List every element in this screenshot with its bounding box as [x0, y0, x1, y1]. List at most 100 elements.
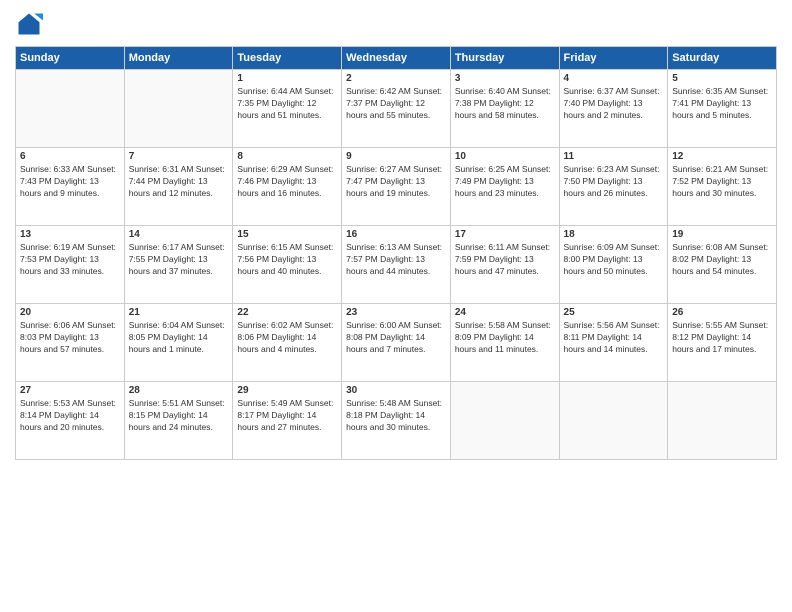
day-number: 22 [237, 307, 337, 318]
day-info: Sunrise: 5:56 AM Sunset: 8:11 PM Dayligh… [564, 320, 664, 356]
day-number: 28 [129, 385, 229, 396]
day-cell: 3 Sunrise: 6:40 AM Sunset: 7:38 PM Daylig… [450, 70, 559, 148]
day-info: Sunrise: 6:44 AM Sunset: 7:35 PM Dayligh… [237, 86, 337, 122]
weekday-header-row: SundayMondayTuesdayWednesdayThursdayFrid… [16, 47, 777, 70]
weekday-wednesday: Wednesday [342, 47, 451, 70]
day-number: 17 [455, 229, 555, 240]
day-cell: 28 Sunrise: 5:51 AM Sunset: 8:15 PM Dayli… [124, 382, 233, 460]
day-info: Sunrise: 6:29 AM Sunset: 7:46 PM Dayligh… [237, 164, 337, 200]
day-number: 21 [129, 307, 229, 318]
day-cell: 24 Sunrise: 5:58 AM Sunset: 8:09 PM Dayli… [450, 304, 559, 382]
day-number: 27 [20, 385, 120, 396]
day-number: 25 [564, 307, 664, 318]
day-info: Sunrise: 6:09 AM Sunset: 8:00 PM Dayligh… [564, 242, 664, 278]
day-info: Sunrise: 6:37 AM Sunset: 7:40 PM Dayligh… [564, 86, 664, 122]
weekday-monday: Monday [124, 47, 233, 70]
day-cell: 7 Sunrise: 6:31 AM Sunset: 7:44 PM Daylig… [124, 148, 233, 226]
day-number: 14 [129, 229, 229, 240]
logo-icon [15, 10, 43, 38]
day-info: Sunrise: 5:53 AM Sunset: 8:14 PM Dayligh… [20, 398, 120, 434]
day-number: 11 [564, 151, 664, 162]
day-cell: 14 Sunrise: 6:17 AM Sunset: 7:55 PM Dayli… [124, 226, 233, 304]
day-cell: 6Sunrise: 6:33 AM Sunset: 7:43 PM Daylig… [16, 148, 125, 226]
day-number: 12 [672, 151, 772, 162]
day-number: 30 [346, 385, 446, 396]
day-number: 2 [346, 73, 446, 84]
day-number: 4 [564, 73, 664, 84]
header [15, 10, 777, 38]
day-cell: 5 Sunrise: 6:35 AM Sunset: 7:41 PM Daylig… [668, 70, 777, 148]
day-cell: 4 Sunrise: 6:37 AM Sunset: 7:40 PM Daylig… [559, 70, 668, 148]
day-cell: 22 Sunrise: 6:02 AM Sunset: 8:06 PM Dayli… [233, 304, 342, 382]
day-number: 5 [672, 73, 772, 84]
day-cell: 25 Sunrise: 5:56 AM Sunset: 8:11 PM Dayli… [559, 304, 668, 382]
day-cell [559, 382, 668, 460]
weekday-sunday: Sunday [16, 47, 125, 70]
day-cell: 26 Sunrise: 5:55 AM Sunset: 8:12 PM Dayli… [668, 304, 777, 382]
week-row-1: 1 Sunrise: 6:44 AM Sunset: 7:35 PM Daylig… [16, 70, 777, 148]
day-cell: 29 Sunrise: 5:49 AM Sunset: 8:17 PM Dayli… [233, 382, 342, 460]
day-info: Sunrise: 6:15 AM Sunset: 7:56 PM Dayligh… [237, 242, 337, 278]
logo [15, 10, 47, 38]
day-number: 20 [20, 307, 120, 318]
day-cell [450, 382, 559, 460]
day-info: Sunrise: 5:58 AM Sunset: 8:09 PM Dayligh… [455, 320, 555, 356]
day-info: Sunrise: 6:17 AM Sunset: 7:55 PM Dayligh… [129, 242, 229, 278]
day-cell: 21 Sunrise: 6:04 AM Sunset: 8:05 PM Dayli… [124, 304, 233, 382]
day-info: Sunrise: 6:40 AM Sunset: 7:38 PM Dayligh… [455, 86, 555, 122]
day-cell [668, 382, 777, 460]
day-number: 8 [237, 151, 337, 162]
day-cell: 8 Sunrise: 6:29 AM Sunset: 7:46 PM Daylig… [233, 148, 342, 226]
day-number: 7 [129, 151, 229, 162]
day-number: 19 [672, 229, 772, 240]
day-info: Sunrise: 6:27 AM Sunset: 7:47 PM Dayligh… [346, 164, 446, 200]
day-number: 29 [237, 385, 337, 396]
day-info: Sunrise: 6:23 AM Sunset: 7:50 PM Dayligh… [564, 164, 664, 200]
day-number: 15 [237, 229, 337, 240]
day-info: Sunrise: 6:13 AM Sunset: 7:57 PM Dayligh… [346, 242, 446, 278]
day-info: Sunrise: 6:04 AM Sunset: 8:05 PM Dayligh… [129, 320, 229, 356]
day-info: Sunrise: 5:51 AM Sunset: 8:15 PM Dayligh… [129, 398, 229, 434]
day-info: Sunrise: 5:49 AM Sunset: 8:17 PM Dayligh… [237, 398, 337, 434]
day-cell: 15 Sunrise: 6:15 AM Sunset: 7:56 PM Dayli… [233, 226, 342, 304]
week-row-4: 20 Sunrise: 6:06 AM Sunset: 8:03 PM Dayli… [16, 304, 777, 382]
day-info: Sunrise: 6:25 AM Sunset: 7:49 PM Dayligh… [455, 164, 555, 200]
day-info: Sunrise: 6:35 AM Sunset: 7:41 PM Dayligh… [672, 86, 772, 122]
day-cell: 9 Sunrise: 6:27 AM Sunset: 7:47 PM Daylig… [342, 148, 451, 226]
day-info: Sunrise: 5:55 AM Sunset: 8:12 PM Dayligh… [672, 320, 772, 356]
day-info: Sunrise: 6:08 AM Sunset: 8:02 PM Dayligh… [672, 242, 772, 278]
day-cell [124, 70, 233, 148]
day-cell: 12 Sunrise: 6:21 AM Sunset: 7:52 PM Dayli… [668, 148, 777, 226]
day-cell: 11 Sunrise: 6:23 AM Sunset: 7:50 PM Dayli… [559, 148, 668, 226]
day-cell: 13Sunrise: 6:19 AM Sunset: 7:53 PM Dayli… [16, 226, 125, 304]
day-cell: 19 Sunrise: 6:08 AM Sunset: 8:02 PM Dayli… [668, 226, 777, 304]
day-info: Sunrise: 6:31 AM Sunset: 7:44 PM Dayligh… [129, 164, 229, 200]
weekday-saturday: Saturday [668, 47, 777, 70]
day-info: Sunrise: 6:19 AM Sunset: 7:53 PM Dayligh… [20, 242, 120, 278]
day-number: 10 [455, 151, 555, 162]
day-number: 9 [346, 151, 446, 162]
day-info: Sunrise: 6:00 AM Sunset: 8:08 PM Dayligh… [346, 320, 446, 356]
day-number: 1 [237, 73, 337, 84]
calendar-table: SundayMondayTuesdayWednesdayThursdayFrid… [15, 46, 777, 460]
day-info: Sunrise: 5:48 AM Sunset: 8:18 PM Dayligh… [346, 398, 446, 434]
week-row-5: 27 Sunrise: 5:53 AM Sunset: 8:14 PM Dayli… [16, 382, 777, 460]
day-info: Sunrise: 6:06 AM Sunset: 8:03 PM Dayligh… [20, 320, 120, 356]
day-cell: 27 Sunrise: 5:53 AM Sunset: 8:14 PM Dayli… [16, 382, 125, 460]
day-cell: 10 Sunrise: 6:25 AM Sunset: 7:49 PM Dayli… [450, 148, 559, 226]
day-cell: 16Sunrise: 6:13 AM Sunset: 7:57 PM Dayli… [342, 226, 451, 304]
day-info: Sunrise: 6:02 AM Sunset: 8:06 PM Dayligh… [237, 320, 337, 356]
weekday-thursday: Thursday [450, 47, 559, 70]
day-cell: 20 Sunrise: 6:06 AM Sunset: 8:03 PM Dayli… [16, 304, 125, 382]
week-row-3: 13Sunrise: 6:19 AM Sunset: 7:53 PM Dayli… [16, 226, 777, 304]
day-cell: 23Sunrise: 6:00 AM Sunset: 8:08 PM Dayli… [342, 304, 451, 382]
day-info: Sunrise: 6:21 AM Sunset: 7:52 PM Dayligh… [672, 164, 772, 200]
page: SundayMondayTuesdayWednesdayThursdayFrid… [0, 0, 792, 612]
day-number: 24 [455, 307, 555, 318]
day-cell: 18Sunrise: 6:09 AM Sunset: 8:00 PM Dayli… [559, 226, 668, 304]
day-cell: 30 Sunrise: 5:48 AM Sunset: 8:18 PM Dayli… [342, 382, 451, 460]
day-number: 3 [455, 73, 555, 84]
weekday-friday: Friday [559, 47, 668, 70]
day-number: 26 [672, 307, 772, 318]
day-number: 6 [20, 151, 120, 162]
